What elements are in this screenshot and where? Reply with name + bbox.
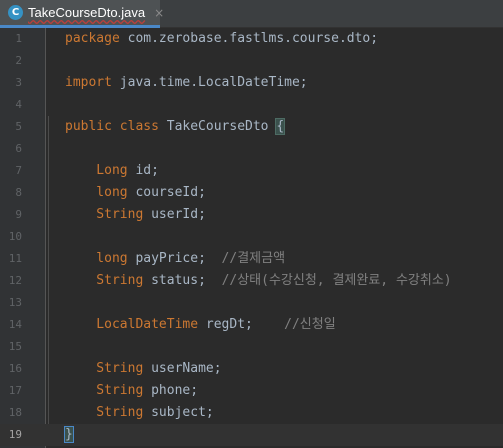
code-text: String userName; [65,358,222,380]
code-text: Long id; [65,160,159,182]
code-line[interactable]: 10 [0,226,503,248]
code-text: long payPrice; //결제금액 [65,248,285,270]
line-number: 16 [8,362,22,375]
code-token: id; [127,163,159,178]
line-number: 19 [8,428,22,441]
keyword-token: package [65,31,120,46]
code-line[interactable]: 18 String subject; [0,402,503,424]
code-line[interactable]: 3 import java.time.LocalDateTime; [0,72,503,94]
tab-label: TakeCourseDto.java [28,5,146,20]
code-token: status; [143,273,222,288]
keyword-token: String [65,383,144,398]
line-number: 17 [8,384,22,397]
code-token: courseId; [127,185,206,200]
line-number: 6 [15,142,22,155]
code-line[interactable]: 11 long payPrice; //결제금액 [0,248,503,270]
line-number: 18 [8,406,22,419]
code-line[interactable]: 1 package com.zerobase.fastlms.course.dto… [0,28,503,50]
keyword-token: import [65,75,112,90]
java-class-icon: C [8,5,23,20]
code-token: userName; [143,361,222,376]
keyword-token: String [65,405,144,420]
code-line[interactable]: 5 public class TakeCourseDto { [0,116,503,138]
line-number: 9 [15,208,22,221]
code-token: com.zerobase.fastlms.course.dto; [119,31,379,46]
code-line[interactable]: 12 String status; //상태(수강신청, 결제완료, 수강취소) [0,270,503,292]
editor-tab-bar: C TakeCourseDto.java × [0,0,503,28]
code-text: long courseId; [65,182,206,204]
code-text: import java.time.LocalDateTime; [65,72,308,94]
keyword-token: Long [65,163,128,178]
close-icon[interactable]: × [154,6,164,20]
code-text: String phone; [65,380,198,402]
code-line[interactable]: 2 [0,50,503,72]
code-line[interactable]: 14 LocalDateTime regDt; //신청일 [0,314,503,336]
code-text: } [64,424,74,446]
tab-takecoursedto-java[interactable]: C TakeCourseDto.java × [0,0,164,28]
code-line[interactable]: 9 String userId; [0,204,503,226]
brace-token: { [275,118,286,135]
keyword-token: long [65,185,128,200]
code-line[interactable]: 6 [0,138,503,160]
line-number: 11 [8,252,22,265]
line-number: 3 [15,76,22,89]
code-text: package com.zerobase.fastlms.course.dto; [65,28,378,50]
code-text: String userId; [65,204,206,226]
comment-token: //상태(수강신청, 결제완료, 수강취소) [221,273,452,288]
keyword-token: String [65,273,144,288]
line-number: 7 [15,164,22,177]
line-number: 5 [15,120,22,133]
code-line[interactable]: 17 String phone; [0,380,503,402]
line-number: 14 [8,318,22,331]
keyword-token: String [65,207,144,222]
code-token: regDt; [198,317,285,332]
code-line[interactable]: 16 String userName; [0,358,503,380]
code-text: public class TakeCourseDto { [65,116,286,138]
code-line[interactable]: 8 long courseId; [0,182,503,204]
keyword-token: LocalDateTime [65,317,199,332]
keyword-token: String [65,361,144,376]
code-text: String status; //상태(수강신청, 결제완료, 수강취소) [65,270,452,292]
code-token: payPrice; [127,251,222,266]
comment-token: //결제금액 [221,251,286,266]
code-token: TakeCourseDto [158,119,277,134]
line-number: 2 [15,54,22,67]
code-line[interactable]: 15 [0,336,503,358]
code-editor[interactable]: 1 package com.zerobase.fastlms.course.dto… [0,28,503,448]
code-token: subject; [143,405,214,420]
code-text: LocalDateTime regDt; //신청일 [65,314,336,336]
code-line[interactable]: 4 [0,94,503,116]
line-number: 10 [8,230,22,243]
code-line[interactable]: 19} [0,424,503,446]
code-token: phone; [143,383,199,398]
code-text: String subject; [65,402,214,424]
keyword-token: long [65,251,128,266]
code-token: userId; [143,207,206,222]
comment-token: //신청일 [284,317,336,332]
line-number: 1 [15,32,22,45]
line-number: 13 [8,296,22,309]
line-number: 8 [15,186,22,199]
code-line[interactable]: 7 Long id; [0,160,503,182]
code-token: java.time.LocalDateTime; [111,75,308,90]
keyword-token: public class [65,119,159,134]
line-number: 4 [15,98,22,111]
line-number: 15 [8,340,22,353]
line-number: 12 [8,274,22,287]
brace-token: } [64,426,74,443]
code-line[interactable]: 13 [0,292,503,314]
